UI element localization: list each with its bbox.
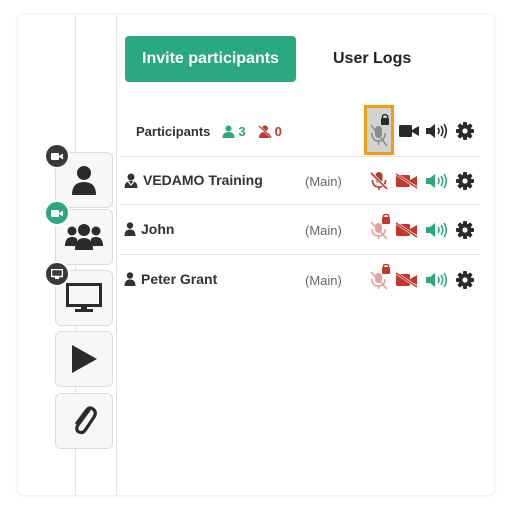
screen-share-button[interactable] [44, 261, 113, 326]
row-divider [120, 156, 480, 157]
row-divider [120, 254, 480, 255]
locked-mic-off-icon [370, 113, 390, 147]
participant-settings-gear-icon[interactable] [456, 221, 474, 239]
camera-off-icon[interactable] [396, 173, 418, 189]
participant-row: Peter Grant (Main) [120, 264, 480, 296]
participant-settings-gear-icon[interactable] [456, 271, 474, 289]
speaker-all-icon[interactable] [426, 123, 448, 139]
offline-count: 0 [257, 124, 282, 139]
play-icon [70, 344, 98, 374]
group-view-button[interactable] [44, 200, 113, 265]
attach-file-button[interactable] [55, 393, 113, 449]
participant-name: VEDAMO Training [124, 172, 263, 188]
camera-off-icon[interactable] [396, 272, 418, 288]
participant-settings-gear-icon[interactable] [456, 172, 474, 190]
screen-badge-icon [44, 261, 70, 287]
camera-badge-icon [44, 200, 70, 226]
participant-row: VEDAMO Training (Main) [120, 165, 480, 197]
camera-off-icon[interactable] [396, 222, 418, 238]
participant-name: John [124, 221, 174, 237]
online-user-icon [222, 125, 235, 138]
play-media-button[interactable] [55, 331, 113, 387]
single-participant-view-button[interactable] [44, 143, 113, 208]
mute-all-microphones-button[interactable] [364, 105, 394, 155]
host-user-icon [124, 173, 138, 188]
speaker-on-icon[interactable] [426, 272, 448, 288]
participant-room: (Main) [305, 273, 342, 288]
divider-right [116, 15, 117, 495]
participant-room: (Main) [305, 174, 342, 189]
row-divider [120, 204, 480, 205]
camera-badge-icon [44, 143, 70, 169]
paperclip-icon [70, 404, 98, 438]
user-logs-tab[interactable]: User Logs [333, 50, 411, 68]
user-icon [124, 272, 136, 286]
user-icon [124, 222, 136, 236]
speaker-on-icon[interactable] [426, 173, 448, 189]
participants-title: Participants [136, 123, 211, 139]
locked-mic-off-icon[interactable] [370, 264, 392, 290]
settings-all-gear-icon[interactable] [456, 122, 474, 140]
people-icon [65, 224, 103, 250]
locked-mic-off-icon[interactable] [370, 214, 392, 240]
participants-header: Participants 3 0 [136, 122, 282, 140]
participant-room: (Main) [305, 223, 342, 238]
mic-off-icon[interactable] [370, 171, 388, 191]
offline-user-icon [257, 124, 272, 138]
speaker-on-icon[interactable] [426, 222, 448, 238]
invite-participants-tab[interactable]: Invite participants [125, 36, 296, 82]
online-count: 3 [222, 124, 246, 139]
monitor-icon [66, 283, 102, 313]
person-icon [71, 165, 97, 195]
participant-row: John (Main) [120, 214, 480, 246]
participant-name: Peter Grant [124, 271, 217, 287]
camera-all-icon[interactable] [399, 124, 419, 138]
